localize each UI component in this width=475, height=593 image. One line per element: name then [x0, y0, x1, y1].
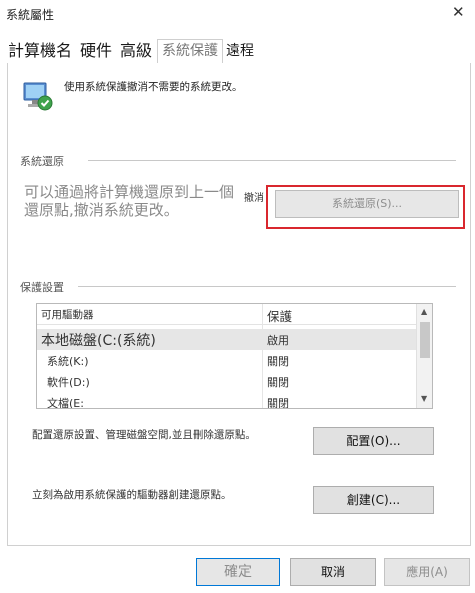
cancel-button[interactable]: 取消 — [290, 558, 376, 586]
configure-button[interactable]: 配置(O)... — [313, 427, 434, 455]
list-item[interactable]: 系統(K:) 關閉 — [37, 350, 416, 371]
tab-system-protection[interactable]: 系統保護 — [157, 39, 223, 64]
list-item[interactable]: 本地磁盤(C:(系統) 啟用 — [37, 329, 416, 350]
drive-protection: 啟用 — [267, 334, 289, 347]
drive-list[interactable]: 可用驅動器 保護 本地磁盤(C:(系統) 啟用 系統(K:) 關閉 軟件(D:)… — [36, 303, 433, 409]
drive-name: 文檔(E: — [47, 397, 84, 409]
scroll-up-icon[interactable]: ▲ — [421, 307, 427, 316]
apply-button[interactable]: 應用(A) — [384, 558, 470, 586]
drive-name: 本地磁盤(C:(系統) — [41, 333, 156, 349]
protection-group-line — [78, 286, 456, 287]
restore-description: 可以通過將計算機還原到上一個還原點,撤消系統更改。 — [24, 183, 235, 219]
drive-protection: 關閉 — [267, 397, 289, 409]
protection-group-label: 保護設置 — [20, 281, 64, 294]
restore-group-line — [88, 160, 456, 161]
highlight-box — [266, 185, 465, 229]
create-text: 立刻為啟用系統保護的驅動器創建還原點。 — [32, 489, 232, 501]
scroll-thumb[interactable] — [420, 322, 430, 358]
drive-name: 系統(K:) — [47, 355, 89, 368]
ok-button[interactable]: 確定 — [196, 558, 280, 586]
configure-text: 配置還原設置、管理磁盤空間,並且刪除還原點。 — [32, 429, 256, 441]
drive-name: 軟件(D:) — [47, 376, 90, 389]
drive-protection: 關閉 — [267, 355, 289, 368]
restore-truncated-text: 撤消 — [244, 193, 264, 204]
intro-text: 使用系統保護撤消不需要的系統更改。 — [64, 81, 243, 93]
tab-hardware[interactable]: 硬件 — [80, 40, 112, 62]
restore-group-label: 系統還原 — [20, 155, 64, 168]
list-item[interactable]: 文檔(E: 關閉 — [37, 392, 416, 409]
create-button[interactable]: 創建(C)... — [313, 486, 434, 514]
window-title: 系統屬性 — [6, 8, 55, 22]
list-header: 可用驅動器 保護 — [37, 304, 416, 325]
tab-remote[interactable]: 遠程 — [226, 40, 254, 62]
close-icon[interactable]: ✕ — [452, 3, 465, 21]
tab-computer-name[interactable]: 計算機名 — [8, 40, 72, 62]
header-drive[interactable]: 可用驅動器 — [41, 307, 94, 322]
list-item[interactable]: 軟件(D:) 關閉 — [37, 371, 416, 392]
list-scrollbar[interactable]: ▲ ▼ — [416, 304, 432, 408]
header-protection[interactable]: 保護 — [267, 306, 292, 325]
drive-protection: 關閉 — [267, 376, 289, 389]
tab-advanced[interactable]: 高級 — [120, 40, 152, 62]
computer-shield-icon — [20, 79, 54, 113]
scroll-down-icon[interactable]: ▼ — [421, 394, 427, 403]
